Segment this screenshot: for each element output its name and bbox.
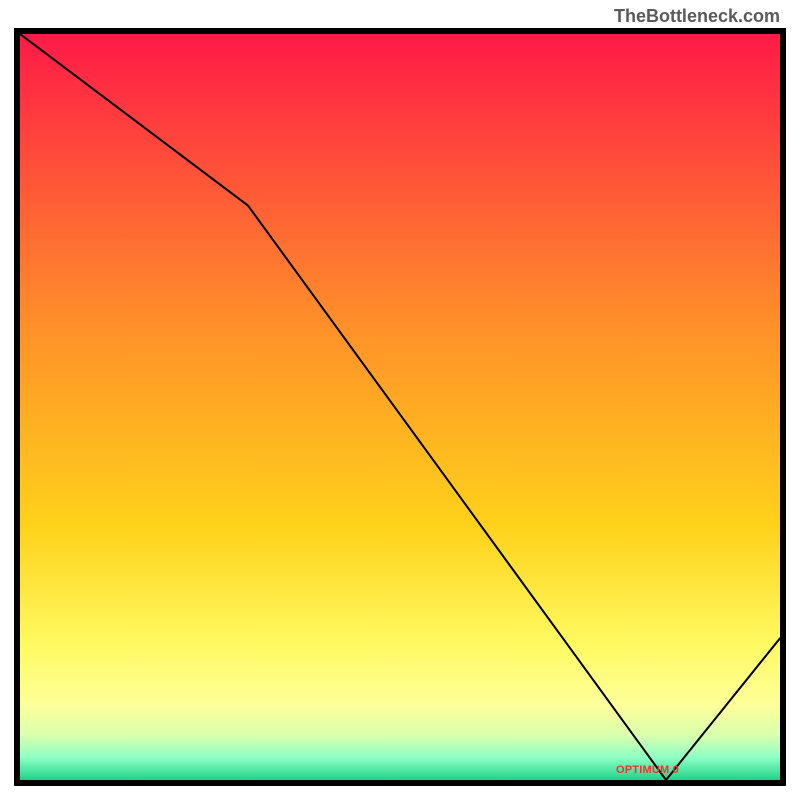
watermark-text: TheBottleneck.com [614, 6, 780, 27]
chart-frame: OPTIMUM 0 [14, 28, 786, 786]
optimum-label: OPTIMUM 0 [616, 764, 679, 776]
chart-line-series [20, 34, 780, 780]
